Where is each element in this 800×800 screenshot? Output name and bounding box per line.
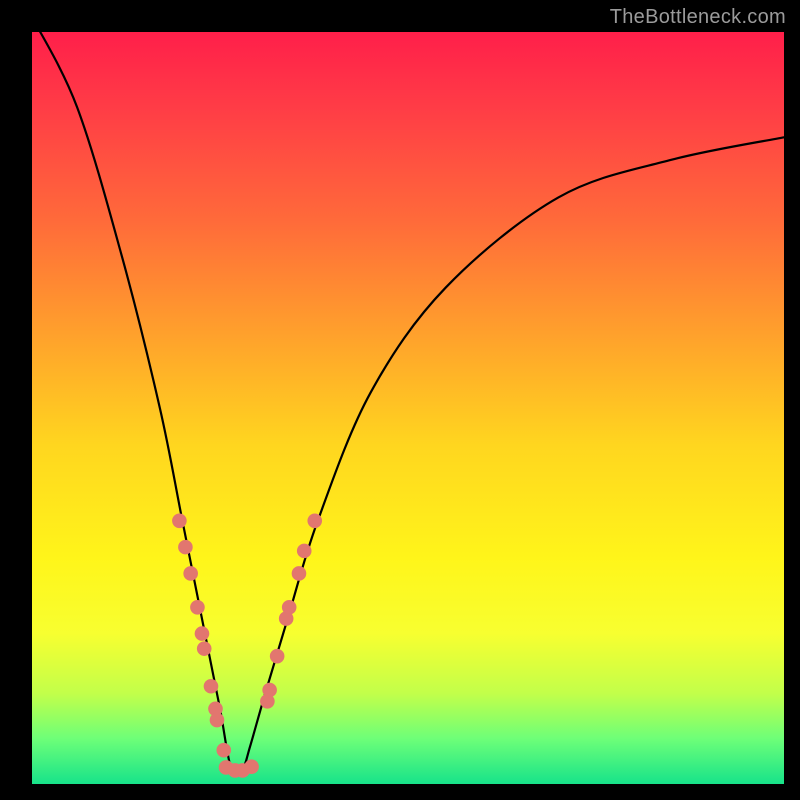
data-point: [183, 566, 198, 581]
data-point: [216, 743, 231, 758]
data-point: [282, 600, 297, 615]
data-point: [178, 540, 193, 555]
data-point: [195, 626, 210, 641]
data-point: [270, 649, 285, 664]
chart-frame: TheBottleneck.com: [0, 0, 800, 800]
data-point: [297, 544, 312, 559]
data-point: [172, 514, 187, 529]
data-point: [292, 566, 307, 581]
scatter-dots: [172, 514, 322, 778]
data-point: [197, 641, 212, 656]
data-point: [307, 514, 322, 529]
data-point: [204, 679, 219, 694]
data-point: [262, 683, 277, 698]
curve-layer: [32, 32, 784, 784]
plot-area: [32, 32, 784, 784]
data-point: [190, 600, 205, 615]
watermark-text: TheBottleneck.com: [610, 6, 786, 29]
data-point: [210, 713, 225, 728]
bottleneck-curve: [32, 17, 784, 774]
data-point: [244, 759, 259, 774]
